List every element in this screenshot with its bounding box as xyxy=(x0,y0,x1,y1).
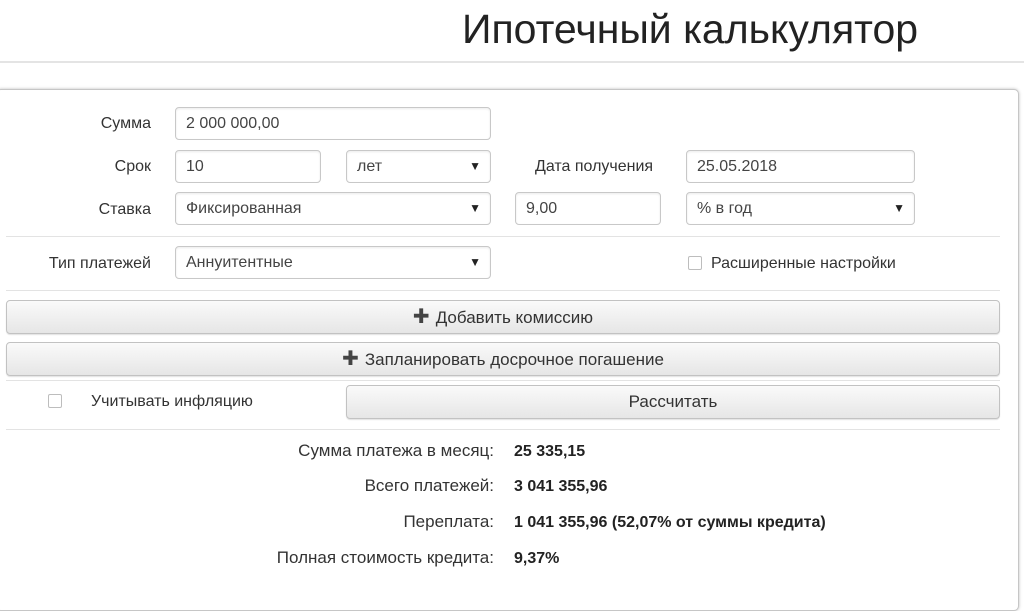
rate-input[interactable]: 9,00 xyxy=(515,192,661,225)
overpayment-label: Переплата: xyxy=(403,512,494,531)
advanced-settings-label[interactable]: Расширенные настройки xyxy=(711,254,896,274)
payment-type-select[interactable]: Аннуитентные ▼ xyxy=(175,246,491,279)
sum-input[interactable]: 2 000 000,00 xyxy=(175,107,491,140)
section-divider xyxy=(6,380,1000,381)
overpayment-value: 1 041 355,96 (52,07% от суммы кредита) xyxy=(514,514,826,531)
full-credit-cost-value: 9,37% xyxy=(514,550,560,567)
rate-value: 9,00 xyxy=(526,200,558,217)
plus-icon: ✚ xyxy=(412,306,430,328)
rate-unit-select[interactable]: % в год ▼ xyxy=(686,192,915,225)
payment-type-label: Тип платежей xyxy=(48,255,151,272)
full-credit-cost-label: Полная стоимость кредита: xyxy=(276,548,494,567)
payment-type-value: Аннуитентные xyxy=(186,254,293,271)
monthly-payment-value: 25 335,15 xyxy=(514,443,586,460)
plus-icon: ✚ xyxy=(342,348,359,370)
term-input[interactable]: 10 xyxy=(175,150,321,183)
term-label: Срок xyxy=(114,158,151,175)
total-payments-label: Всего платежей: xyxy=(364,476,494,495)
term-unit-select[interactable]: лет ▼ xyxy=(346,150,491,183)
total-payments-value: 3 041 355,96 xyxy=(514,478,608,495)
chevron-down-icon: ▼ xyxy=(893,201,905,215)
rate-label: Ставка xyxy=(98,201,151,218)
section-divider xyxy=(6,290,1000,291)
sum-label: Сумма xyxy=(100,115,151,132)
chevron-down-icon: ▼ xyxy=(469,255,481,269)
term-value: 10 xyxy=(186,158,204,175)
rate-type-value: Фиксированная xyxy=(186,200,302,217)
section-divider xyxy=(6,236,1000,237)
chevron-down-icon: ▼ xyxy=(469,159,481,173)
add-commission-label: Добавить комиссию xyxy=(435,308,594,327)
calculate-label: Рассчитать xyxy=(628,392,718,411)
header-divider xyxy=(0,61,1024,63)
date-label: Дата получения xyxy=(535,158,654,175)
date-input[interactable]: 25.05.2018 xyxy=(686,150,915,183)
add-commission-button[interactable]: ✚ Добавить комиссию xyxy=(6,300,1000,334)
term-unit-value: лет xyxy=(357,158,383,175)
monthly-payment-label: Сумма платежа в месяц: xyxy=(298,441,494,460)
inflation-checkbox[interactable] xyxy=(48,394,62,408)
chevron-down-icon: ▼ xyxy=(469,201,481,215)
page-title: Ипотечный калькулятор xyxy=(462,6,919,52)
date-value: 25.05.2018 xyxy=(697,158,778,175)
inflation-label[interactable]: Учитывать инфляцию xyxy=(91,392,253,412)
early-repayment-button[interactable]: ✚ Запланировать досрочное погашение xyxy=(6,342,1000,376)
early-repayment-label: Запланировать досрочное погашение xyxy=(364,350,664,369)
calculate-button[interactable]: Рассчитать xyxy=(346,385,1000,419)
rate-type-select[interactable]: Фиксированная ▼ xyxy=(175,192,491,225)
advanced-settings-checkbox[interactable] xyxy=(688,256,702,270)
section-divider xyxy=(6,429,1000,430)
rate-unit-value: % в год xyxy=(697,200,752,217)
sum-value: 2 000 000,00 xyxy=(186,115,280,132)
